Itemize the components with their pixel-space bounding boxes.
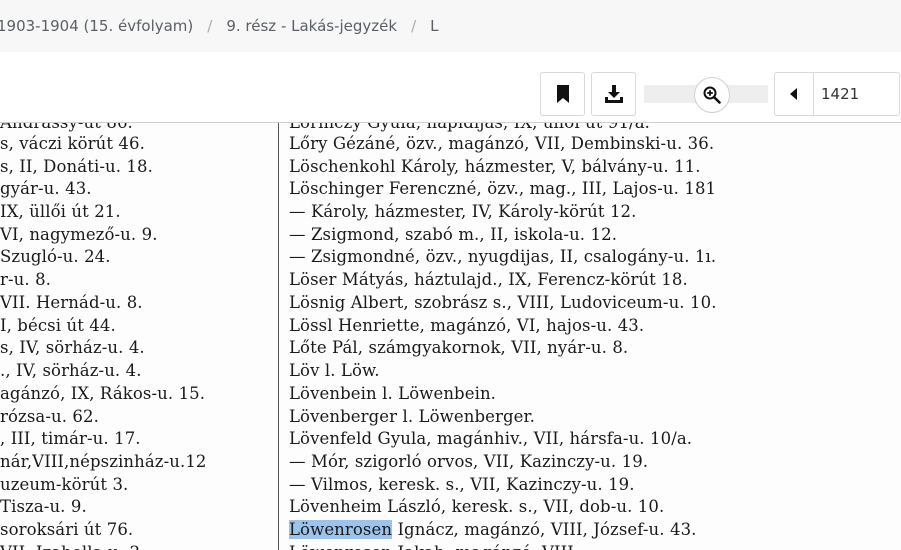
entry-line: Lövenfeld Gyula, magánhiv., VII, hársfa-… [289, 429, 693, 448]
bookmark-icon [556, 85, 569, 103]
breadcrumb-section-link[interactable]: 9. rész - Lakás-jegyzék [226, 17, 397, 35]
entry-line: Lövenbein l. Löwenbein. [289, 384, 497, 403]
breadcrumb-letter-link[interactable]: L [430, 17, 438, 35]
prev-page-button[interactable] [775, 73, 813, 115]
download-icon [604, 85, 623, 103]
entry-line: uzeum-körút 3. [0, 475, 129, 494]
entry-line: Lőry Gézáné, özv., magánzó, VII, Dembins… [289, 134, 715, 153]
entry-line: Löwenrosen Jakab, magánzó, VIII. [289, 542, 579, 550]
entry-line: s, váczi körút 46. [0, 134, 145, 153]
download-button[interactable] [591, 72, 636, 116]
breadcrumb-volume-link[interactable]: 1903-1904 (15. évfolyam) [0, 17, 193, 35]
entry-line: Lőte Pál, számgyakornok, VII, nyár-u. 8. [289, 338, 629, 357]
entry-line: IX, üllői út 21. [0, 202, 121, 221]
entry-line: Löschinger Ferenczné, özv., mag., III, L… [289, 179, 717, 198]
zoom-in-icon [703, 86, 721, 104]
entry-line: soroksári út 76. [0, 520, 134, 539]
page-number-input[interactable] [813, 73, 893, 115]
entry-line: VI, nagymező-u. 9. [0, 225, 158, 244]
zoom-slider-handle[interactable] [694, 77, 730, 113]
viewer-toolbar [0, 66, 901, 122]
highlighted-entry: Löwenrosen Ignácz, magánzó, VIII, József… [289, 519, 697, 541]
page-navigator [774, 72, 900, 116]
entry-line: — Károly, házmester, IV, Károly-körút 12… [289, 202, 637, 221]
entry-line: Szugló-u. 24. [0, 247, 111, 266]
entry-line: Löv l. Löw. [289, 361, 380, 380]
entry-line: — Mór, szigorló orvos, VII, Kazinczy-u. … [289, 452, 649, 471]
entry-line: gyár-u. 43. [0, 179, 92, 198]
entry-line: Lövenheim László, keresk. s., VII, dob-u… [289, 497, 665, 516]
entry-line: s, II, Donáti-u. 18. [0, 157, 153, 176]
entry-line: Lössl Henriette, magánzó, VI, hajos-u. 4… [289, 316, 645, 335]
scanned-page-viewer[interactable]: Andrássy-út 86. s, váczi körút 46. s, II… [0, 123, 901, 550]
entry-line: VII, Izabella-u. 2. [0, 542, 146, 550]
entry-line: Lösnig Albert, szobrász s., VIII, Ludovi… [289, 293, 717, 312]
entry-line: — Zsigmondné, özv., nyugdijas, II, csalo… [289, 247, 717, 266]
entry-line: agánzó, IX, Rákos-u. 15. [0, 384, 206, 403]
entry-line: rózsa-u. 62. [0, 407, 99, 426]
column-rule [278, 123, 279, 550]
chevron-left-icon [790, 88, 797, 100]
breadcrumb: 1903-1904 (15. évfolyam) / 9. rész - Lak… [0, 0, 901, 52]
search-highlight[interactable]: Löwenrosen [289, 520, 393, 539]
entry-line: , III, timár-u. 17. [0, 429, 141, 448]
entry-line: I, bécsi út 44. [0, 316, 116, 335]
entry-line: Tisza-u. 9. [0, 497, 87, 516]
bookmark-button[interactable] [540, 72, 585, 116]
entry-line: s, IV, sörház-u. 4. [0, 338, 145, 357]
entry-line: nár,VIII,népszinház-u.12 [0, 452, 207, 471]
breadcrumb-separator: / [207, 17, 213, 35]
entry-line: ., IV, sörház-u. 4. [0, 361, 142, 380]
entry-line: Lövenberger l. Löwenberger. [289, 407, 536, 426]
entry-line: VII. Hernád-u. 8. [0, 293, 143, 312]
entry-line: Löschenkohl Károly, házmester, V, bálván… [289, 157, 701, 176]
entry-line: — Vilmos, keresk. s., VII, Kazinczy-u. 1… [289, 475, 635, 494]
breadcrumb-separator: / [411, 17, 417, 35]
entry-line: Löser Mátyás, háztulajd., IX, Ferencz-kö… [289, 270, 688, 289]
entry-line: — Zsigmond, szabó m., II, iskola-u. 12. [289, 225, 618, 244]
entry-line: r-u. 8. [0, 270, 52, 289]
entry-rest: Ignácz, magánzó, VIII, József-u. 43. [392, 520, 697, 539]
